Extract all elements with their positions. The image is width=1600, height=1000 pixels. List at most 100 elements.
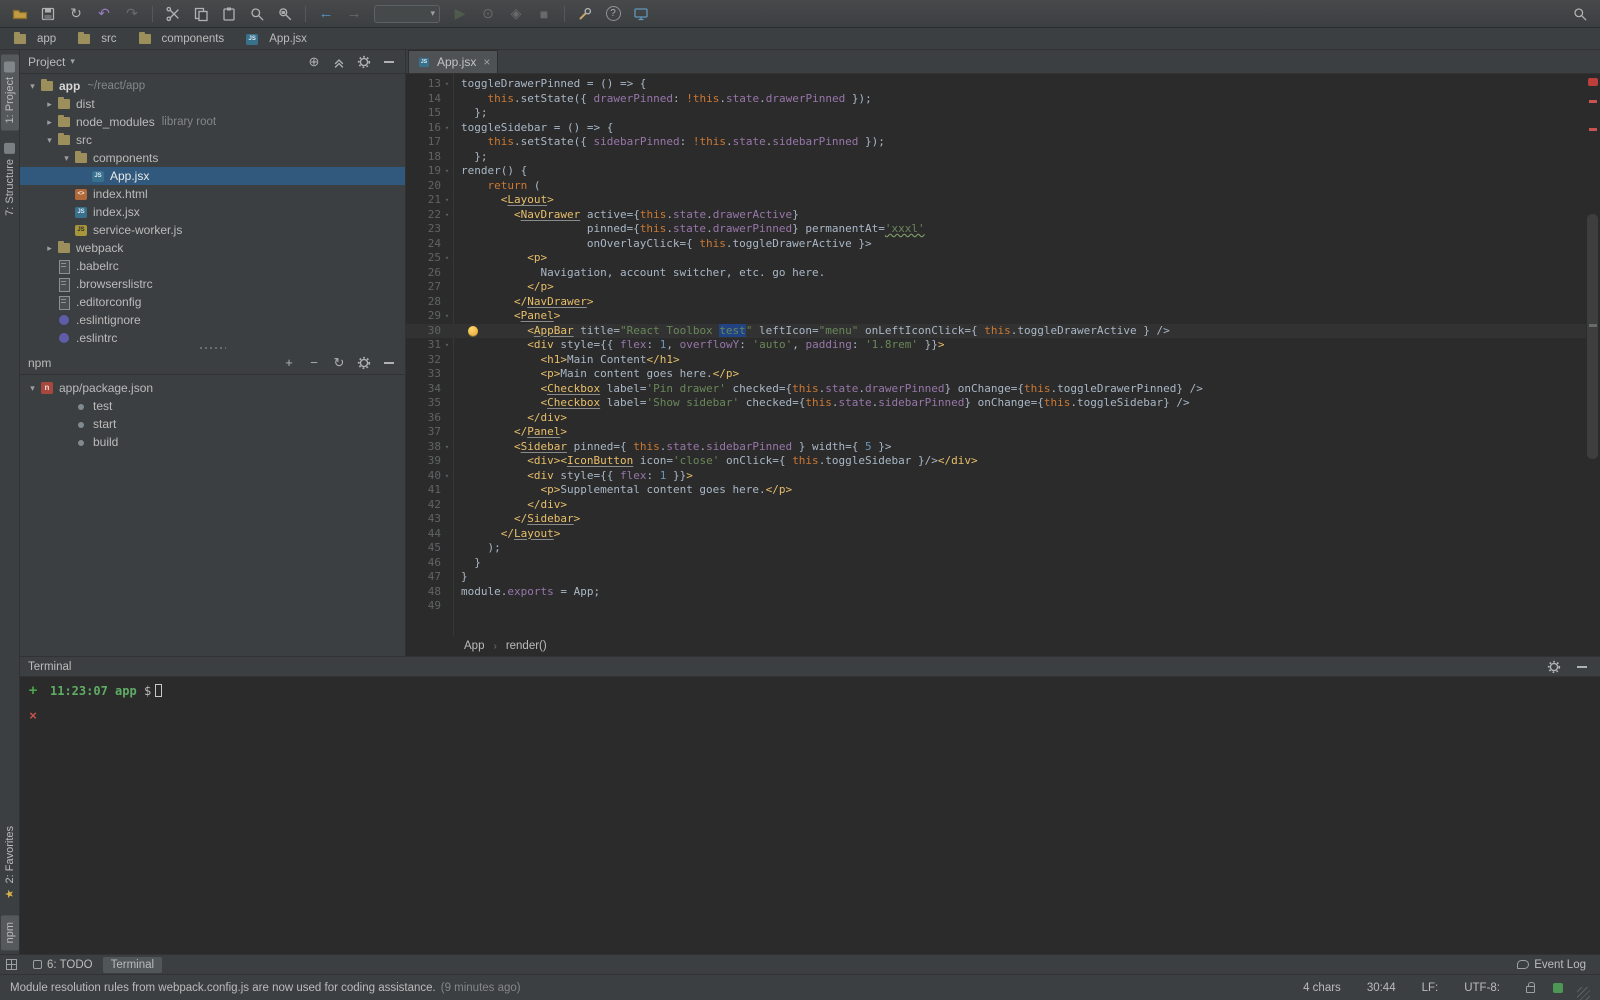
code-line-15[interactable]: 15 }; [406,106,1586,121]
fold-marker-icon[interactable]: ▾ [441,309,453,324]
toolwindow-button-project[interactable]: 1: Project [1,54,19,130]
code-line-27[interactable]: 27 </p> [406,280,1586,295]
remove-icon[interactable]: − [304,353,324,373]
terminal-output[interactable]: 11:23:07 app $ [46,677,1600,954]
expand-arrow-icon[interactable]: ▾ [26,383,39,394]
resize-grip[interactable] [1577,987,1590,1000]
open-folder-icon[interactable] [8,3,32,25]
code-line-21[interactable]: 21▾ <Layout> [406,193,1586,208]
tree-item-eslintignore[interactable]: .eslintignore [20,311,405,329]
back-icon[interactable]: ← [314,3,338,25]
code-editor[interactable]: 13▾toggleDrawerPinned = () => {14 this.s… [406,74,1600,636]
hide-panel-icon[interactable] [1572,657,1592,677]
tree-item-dist[interactable]: ▸dist [20,95,405,113]
undo-icon[interactable]: ↶ [92,3,116,25]
fold-marker-icon[interactable]: ▾ [441,440,453,455]
toolwindow-button-favorites[interactable]: ★ 2: Favorites [1,819,19,908]
fold-marker-icon[interactable]: ▾ [441,193,453,208]
code-line-37[interactable]: 37 </Panel> [406,425,1586,440]
code-line-41[interactable]: 41 <p>Supplemental content goes here.</p… [406,483,1586,498]
stop-icon[interactable]: ■ [532,3,556,25]
code-line-19[interactable]: 19▾render() { [406,164,1586,179]
tree-item-src[interactable]: ▾src [20,131,405,149]
code-line-20[interactable]: 20 return ( [406,179,1586,194]
redo-icon[interactable]: ↷ [120,3,144,25]
tree-item-editorconfig[interactable]: .editorconfig [20,293,405,311]
code-line-24[interactable]: 24 onOverlayClick={ this.toggleDrawerAct… [406,237,1586,252]
paste-icon[interactable] [217,3,241,25]
close-icon[interactable]: × [483,55,490,69]
collapse-arrow-icon[interactable]: ▸ [43,99,56,110]
code-line-43[interactable]: 43 </Sidebar> [406,512,1586,527]
event-log-button[interactable]: Event Log [1509,957,1594,973]
code-line-40[interactable]: 40▾ <div style={{ flex: 1 }}> [406,469,1586,484]
tree-item-service-worker-js[interactable]: service-worker.js [20,221,405,239]
fold-marker-icon[interactable]: ▾ [441,164,453,179]
code-line-29[interactable]: 29▾ <Panel> [406,309,1586,324]
chevron-down-icon[interactable]: ▾ [70,56,75,67]
scrollbar-thumb[interactable] [1587,214,1598,459]
gear-icon[interactable] [354,353,374,373]
hide-panel-icon[interactable] [379,353,399,373]
code-line-35[interactable]: 35 <Checkbox label='Show sidebar' checke… [406,396,1586,411]
tree-item-babelrc[interactable]: .babelrc [20,257,405,275]
scroll-from-source-icon[interactable]: ⊕ [304,52,324,72]
help-icon[interactable]: ? [601,3,625,25]
fold-marker-icon[interactable]: ▾ [441,469,453,484]
code-line-32[interactable]: 32 <h1>Main Content</h1> [406,353,1586,368]
code-line-23[interactable]: 23 pinned={this.state.drawerPinned} perm… [406,222,1586,237]
lock-icon[interactable] [1526,986,1535,993]
monitor-icon[interactable] [629,3,653,25]
forward-icon[interactable]: → [342,3,366,25]
tree-item-eslintrc[interactable]: .eslintrc [20,329,405,344]
toolwindow-button-structure[interactable]: 7: Structure [1,136,19,223]
close-session-icon[interactable]: × [29,710,37,722]
collapse-arrow-icon[interactable]: ▸ [43,117,56,128]
code-line-28[interactable]: 28 </NavDrawer> [406,295,1586,310]
run-coverage-icon[interactable]: ⊙ [476,3,500,25]
code-line-44[interactable]: 44 </Layout> [406,527,1586,542]
tree-item-components[interactable]: ▾components [20,149,405,167]
code-line-14[interactable]: 14 this.setState({ drawerPinned: !this.s… [406,92,1586,107]
code-line-45[interactable]: 45 ); [406,541,1586,556]
tree-item-start[interactable]: start [20,415,405,433]
code-line-33[interactable]: 33 <p>Main content goes here.</p> [406,367,1586,382]
tree-item-test[interactable]: test [20,397,405,415]
hide-panel-icon[interactable] [379,52,399,72]
code-line-36[interactable]: 36 </div> [406,411,1586,426]
new-session-icon[interactable]: + [29,685,38,697]
code-line-31[interactable]: 31▾ <div style={{ flex: 1, overflowY: 'a… [406,338,1586,353]
toolwindow-button-npm[interactable]: npm [1,915,19,950]
settings-wrench-icon[interactable] [573,3,597,25]
breadcrumb-components[interactable]: components [137,31,225,47]
tree-item-browserslistrc[interactable]: .browserslistrc [20,275,405,293]
copy-icon[interactable] [189,3,213,25]
code-line-30[interactable]: 30 <AppBar title="React Toolbox test" le… [406,324,1586,339]
line-separator[interactable]: LF: [1422,982,1439,994]
code-line-16[interactable]: 16▾toggleSidebar = () => { [406,121,1586,136]
breadcrumb-class[interactable]: App [464,640,484,652]
breadcrumb-app-jsx[interactable]: App.jsx [244,31,307,47]
expand-arrow-icon[interactable]: ▾ [26,81,39,92]
tree-item-app[interactable]: ▾app~/react/app [20,77,405,95]
breadcrumb-method[interactable]: render() [506,640,547,652]
editor-tab-appjsx[interactable]: App.jsx × [408,50,498,73]
error-stripe-mark[interactable] [1589,128,1597,131]
gear-icon[interactable] [1544,657,1564,677]
code-line-18[interactable]: 18 }; [406,150,1586,165]
toolwindow-switcher-icon[interactable] [6,959,17,970]
run-icon[interactable]: ▶ [448,3,472,25]
expand-arrow-icon[interactable]: ▾ [60,153,73,164]
fold-marker-icon[interactable]: ▾ [441,121,453,136]
code-line-47[interactable]: 47} [406,570,1586,585]
toolwindow-tab-terminal[interactable]: Terminal [103,957,162,973]
save-icon[interactable] [36,3,60,25]
collapse-all-icon[interactable] [329,52,349,72]
tree-item-index-jsx[interactable]: index.jsx [20,203,405,221]
code-line-22[interactable]: 22▾ <NavDrawer active={this.state.drawer… [406,208,1586,223]
fold-marker-icon[interactable]: ▾ [441,251,453,266]
code-line-38[interactable]: 38▾ <Sidebar pinned={ this.state.sidebar… [406,440,1586,455]
code-line-25[interactable]: 25▾ <p> [406,251,1586,266]
code-line-34[interactable]: 34 <Checkbox label='Pin drawer' checked=… [406,382,1586,397]
collapse-arrow-icon[interactable]: ▸ [43,243,56,254]
